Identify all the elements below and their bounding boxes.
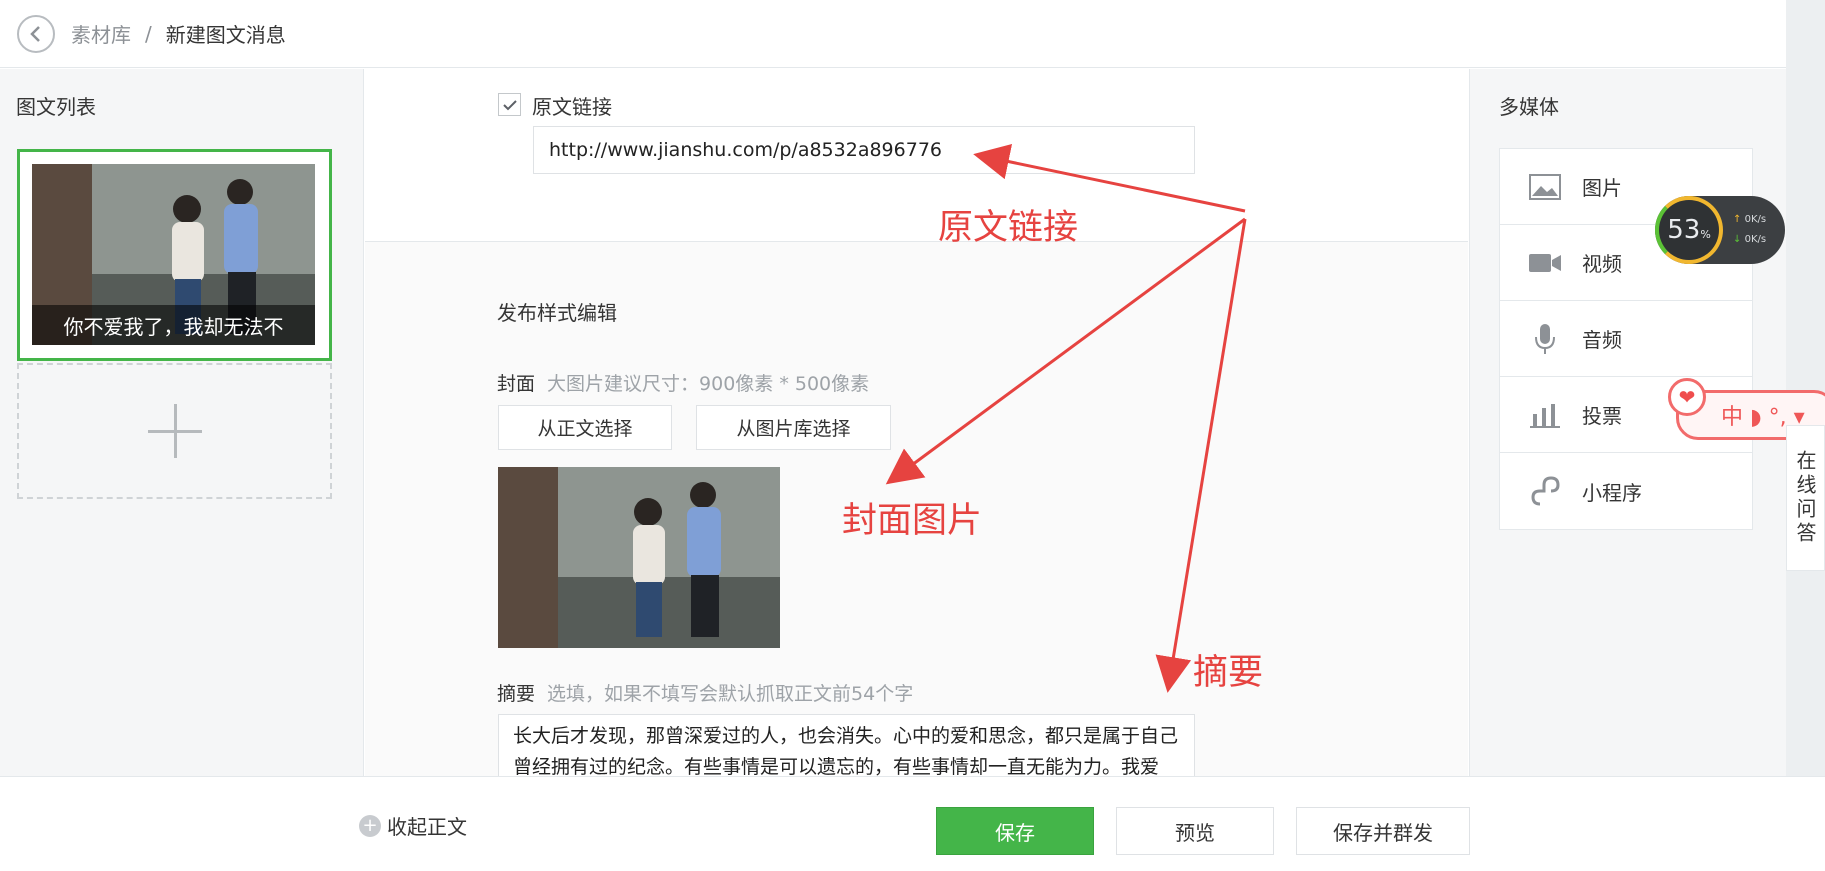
link-icon — [1528, 476, 1562, 506]
microphone-icon — [1528, 323, 1562, 354]
cover-row: 封面 大图片建议尺寸：900像素 * 500像素 — [497, 369, 869, 396]
article-list-panel: 图文列表 你不爱我了，我却无法不 — [0, 69, 364, 776]
save-and-send-button[interactable]: 保存并群发 — [1296, 807, 1470, 855]
media-item-label: 小程序 — [1582, 480, 1642, 505]
breadcrumb-parent[interactable]: 素材库 — [71, 19, 131, 48]
save-button[interactable]: 保存 — [936, 807, 1094, 855]
speed-rates: ↑ 0K/s ↓ 0K/s — [1733, 210, 1766, 250]
image-icon — [1528, 172, 1562, 202]
bottom-action-bar: + 收起正文 保存 预览 保存并群发 — [0, 776, 1825, 871]
annotation-cover-image: 封面图片 — [842, 501, 983, 541]
article-thumbnail: 你不爱我了，我却无法不 — [32, 164, 315, 345]
arrow-down-icon: ↓ — [1733, 234, 1742, 245]
add-article-button[interactable] — [17, 363, 332, 499]
collapse-body-button[interactable]: + 收起正文 — [359, 811, 467, 840]
breadcrumb-current: 新建图文消息 — [165, 23, 286, 47]
multimedia-title: 多媒体 — [1499, 95, 1559, 119]
summary-hint: 选填，如果不填写会默认抓取正文前54个字 — [547, 683, 914, 705]
summary-row: 摘要 选填，如果不填写会默认抓取正文前54个字 — [497, 679, 913, 706]
chevron-left-icon — [30, 25, 40, 42]
speed-percent: 53% — [1655, 196, 1723, 264]
cover-image[interactable] — [498, 467, 780, 648]
plus-icon — [147, 404, 202, 458]
editor-area: 原文链接 http://www.jianshu.com/p/a8532a8967… — [365, 69, 1468, 776]
original-link-section: 原文链接 http://www.jianshu.com/p/a8532a8967… — [365, 69, 1468, 242]
media-item-label: 视频 — [1582, 252, 1622, 276]
right-edge-strip — [1786, 0, 1825, 776]
original-link-label: 原文链接 — [532, 95, 612, 119]
upload-rate: 0K/s — [1744, 214, 1767, 225]
article-list-title: 图文列表 — [16, 95, 96, 119]
media-item-audio[interactable]: 音频 — [1500, 301, 1752, 377]
select-from-body-button[interactable]: 从正文选择 — [498, 405, 672, 450]
arrow-up-icon: ↑ — [1733, 214, 1742, 225]
check-icon — [502, 99, 517, 110]
media-item-label: 音频 — [1582, 328, 1622, 352]
top-bar: 素材库 / 新建图文消息 — [0, 0, 1786, 68]
media-item-label: 图片 — [1582, 176, 1622, 200]
select-from-library-button[interactable]: 从图片库选择 — [696, 405, 891, 450]
heart-icon[interactable]: ❤ — [1668, 378, 1706, 416]
collapse-body-label: 收起正文 — [387, 815, 467, 839]
bar-chart-icon — [1528, 400, 1562, 430]
network-speed-widget[interactable]: 53% ↑ 0K/s ↓ 0K/s — [1655, 196, 1785, 264]
breadcrumb: 素材库 / 新建图文消息 — [71, 19, 286, 48]
annotation-original-link: 原文链接 — [938, 208, 1079, 248]
media-item-label: 投票 — [1582, 404, 1622, 428]
cover-label: 封面 — [497, 373, 536, 395]
speed-percent-value: 53 — [1667, 215, 1701, 245]
cover-hint: 大图片建议尺寸：900像素 * 500像素 — [547, 373, 870, 395]
video-icon — [1528, 248, 1562, 278]
article-card[interactable]: 你不爱我了，我却无法不 — [17, 149, 332, 361]
plus-circle-icon: + — [359, 814, 381, 837]
breadcrumb-separator: / — [145, 21, 152, 46]
online-qa-tab[interactable]: 在线问答 — [1786, 425, 1825, 571]
annotation-summary: 摘要 — [1193, 653, 1264, 693]
publish-style-title: 发布样式编辑 — [497, 301, 617, 325]
back-button[interactable] — [17, 14, 55, 53]
article-card-caption: 你不爱我了，我却无法不 — [32, 305, 315, 345]
download-rate: 0K/s — [1744, 234, 1767, 245]
summary-textarea[interactable]: 长大后才发现，那曾深爱过的人，也会消失。心中的爱和思念，都只是属于自己曾经拥有过… — [498, 714, 1195, 776]
original-link-checkbox[interactable] — [498, 93, 521, 116]
speed-percent-unit: % — [1700, 227, 1711, 241]
media-item-mini-program[interactable]: 小程序 — [1500, 453, 1752, 529]
preview-button[interactable]: 预览 — [1116, 807, 1274, 855]
original-link-input[interactable]: http://www.jianshu.com/p/a8532a896776 — [533, 126, 1195, 174]
summary-label: 摘要 — [497, 683, 536, 705]
